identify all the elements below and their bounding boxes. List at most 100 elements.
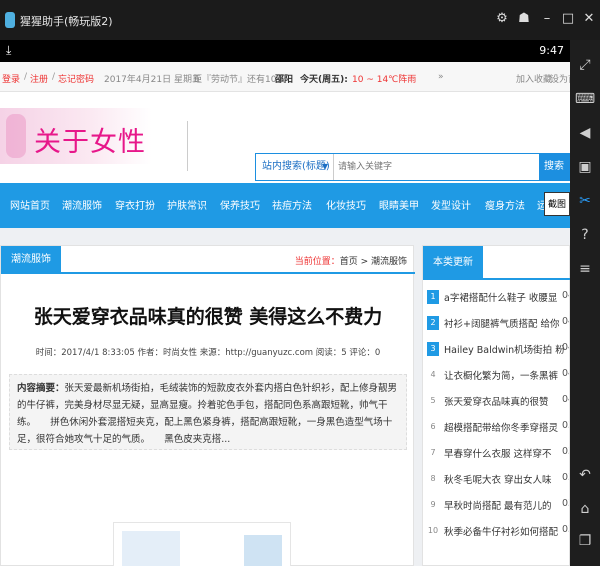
sidebar-latest: 本类更新 1a字裙搭配什么鞋子 收腰显042衬衫+阔腿裤气质搭配 给你043Ha… [422, 245, 570, 566]
screenshot-tooltip: 截图 [544, 192, 570, 216]
list-item-title[interactable]: 秋季必备牛仔衬衫如何搭配 [444, 524, 558, 538]
more-menu-icon[interactable]: ≡ [574, 258, 596, 280]
list-item-title[interactable]: a字裙搭配什么鞋子 收腰显 [444, 290, 557, 304]
main-nav: 网站首页 潮流服饰 穿衣打扮 护肤常识 保养技巧 祛痘方法 化妆技巧 眼睛美甲 … [0, 183, 570, 228]
back-icon[interactable]: ↶ [574, 464, 596, 486]
nav-item-slimming[interactable]: 瘦身方法 [485, 197, 525, 212]
list-item[interactable]: 9 早秋时尚搭配 最有范儿的 03 [427, 494, 569, 516]
list-item-title[interactable]: 衬衫+阔腿裤气质搭配 给你 [444, 316, 559, 330]
list-item-title[interactable]: 让衣橱化繁为简，一条黑裤 [444, 368, 558, 382]
list-item[interactable]: 6 超模搭配带给你冬季穿搭灵 03 [427, 416, 569, 438]
nav-item-maintenance[interactable]: 保养技巧 [220, 197, 260, 212]
list-item-title[interactable]: 早春穿什么衣服 这样穿不 [444, 446, 552, 460]
sidebar-title: 本类更新 [423, 246, 483, 280]
list-item-date: 03 [562, 472, 569, 483]
nav-item-dressing[interactable]: 穿衣打扮 [115, 197, 155, 212]
close-button[interactable]: ✕ [580, 10, 598, 28]
list-item-date: 03 [562, 498, 569, 509]
rank-number: 3 [427, 342, 439, 356]
slash: / [52, 72, 56, 82]
breadcrumb-label: 当前位置： [294, 257, 340, 267]
header-divider [187, 121, 188, 171]
nav-item-acne[interactable]: 祛痘方法 [272, 197, 312, 212]
weather-temp: 10 ~ 14℃阵雨 [352, 75, 417, 85]
article-panel: 潮流服饰 当前位置：首页 > 潮流服饰 张天爱穿衣品味真的很赞 美得这么不费力 … [0, 245, 415, 566]
list-item[interactable]: 1 a字裙搭配什么鞋子 收腰显 04 [427, 286, 569, 308]
date-text: 2017年4月21日 星期五 [104, 75, 201, 85]
list-item[interactable]: 2 衬衫+阔腿裤气质搭配 给你04 [427, 312, 569, 334]
search-box: 站内搜索(标题)▼ 搜索 [255, 153, 570, 181]
webview: 登录 / 注册 / 忘记密码 2017年4月21日 星期五 距『劳动节』还有10… [0, 62, 570, 566]
set-homepage-link[interactable]: 设为首 [550, 72, 570, 85]
image-block [122, 531, 180, 566]
rank-number: 9 [430, 500, 436, 509]
emulator-title-bar: 猩猩助手(畅玩版2) ⚙ ☗ – □ ✕ [0, 0, 600, 40]
list-item-date: 04 [562, 342, 569, 353]
nav-item-eyes-nails[interactable]: 眼睛美甲 [379, 197, 419, 212]
chevron-down-icon: ▼ [321, 162, 328, 171]
download-icon: ⤓ [6, 43, 12, 57]
rank-number: 5 [430, 396, 436, 405]
settings-icon[interactable]: ⚙ [493, 10, 511, 28]
breadcrumb-current[interactable]: 潮流服饰 [371, 257, 407, 267]
maximize-button[interactable]: □ [559, 10, 577, 28]
nav-item-skincare[interactable]: 护肤常识 [167, 197, 207, 212]
list-item-title[interactable]: 超模搭配带给你冬季穿搭灵 [444, 420, 558, 434]
list-item[interactable]: 10 秋季必备牛仔衬衫如何搭配 03 [427, 520, 569, 542]
forgot-password-link[interactable]: 忘记密码 [58, 72, 94, 85]
register-link[interactable]: 注册 [30, 72, 48, 85]
breadcrumb-separator: > [357, 257, 371, 267]
login-link[interactable]: 登录 [2, 72, 20, 85]
help-icon[interactable]: ? [574, 224, 596, 246]
content-area: 潮流服饰 当前位置：首页 > 潮流服饰 张天爱穿衣品味真的很赞 美得这么不费力 … [0, 228, 570, 566]
list-item-date: 03 [562, 420, 569, 431]
app-icon [5, 12, 15, 28]
window-title: 猩猩助手(畅玩版2) [20, 15, 113, 28]
nav-item-makeup[interactable]: 化妆技巧 [326, 197, 366, 212]
list-item[interactable]: 5 张天爱穿衣品味真的很赞 04 [427, 390, 569, 412]
list-item-date: 04 [562, 316, 569, 327]
nav-item-hair[interactable]: 发型设计 [431, 197, 471, 212]
search-input[interactable] [333, 154, 539, 180]
fullscreen-icon[interactable]: ⤢ [574, 54, 596, 76]
list-item-title[interactable]: 张天爱穿衣品味真的很赞 [444, 394, 549, 408]
nav-item-home[interactable]: 网站首页 [10, 197, 50, 212]
list-item[interactable]: 4 让衣橱化繁为简，一条黑裤 04 [427, 364, 569, 386]
weather-more[interactable]: » [438, 72, 444, 82]
site-logo[interactable]: 关于女性 [0, 108, 152, 164]
list-item-date: 03 [562, 446, 569, 457]
nav-item-fashion[interactable]: 潮流服饰 [62, 197, 102, 212]
logo-text: 关于女性 [34, 127, 146, 158]
search-button[interactable]: 搜索 [539, 154, 569, 180]
list-item[interactable]: 7 早春穿什么衣服 这样穿不 03 [427, 442, 569, 464]
minimize-button[interactable]: – [538, 10, 556, 28]
article-summary: 内容摘要：张天爱最新机场街拍，毛绒装饰的短款皮衣外套内搭白色针织衫，配上修身靓男… [9, 374, 407, 450]
list-item-date: 04 [562, 394, 569, 405]
list-item[interactable]: 3 Hailey Baldwin机场街拍 粉04 [427, 338, 569, 360]
search-scope-select[interactable]: 站内搜索(标题) ▼ [256, 154, 332, 180]
article-title: 张天爱穿衣品味真的很赞 美得这么不费力 [33, 306, 383, 328]
search-scope-label: 站内搜索(标题) [262, 161, 330, 172]
list-item-title[interactable]: Hailey Baldwin机场街拍 粉 [444, 342, 565, 356]
slash: / [24, 72, 28, 82]
list-item-title[interactable]: 早秋时尚搭配 最有范儿的 [444, 498, 552, 512]
home-icon[interactable]: ⌂ [574, 498, 596, 520]
section-tab[interactable]: 潮流服饰 [1, 246, 61, 274]
screenshot-scissors-icon[interactable]: ✂ [574, 190, 596, 212]
weather-label: 今天(周五): [300, 75, 348, 85]
add-favorite-link[interactable]: 加入收藏 [516, 72, 552, 85]
recent-apps-icon[interactable]: ❐ [574, 530, 596, 552]
list-item-date: 04 [562, 290, 569, 301]
site-top-line: 登录 / 注册 / 忘记密码 2017年4月21日 星期五 距『劳动节』还有10… [0, 62, 570, 92]
breadcrumb-home[interactable]: 首页 [340, 257, 358, 267]
volume-icon[interactable]: ◀ [574, 122, 596, 144]
list-item-date: 03 [562, 524, 569, 535]
list-item[interactable]: 8 秋冬毛呢大衣 穿出女人味 03 [427, 468, 569, 490]
apk-install-icon[interactable]: ▣ [574, 156, 596, 178]
list-item-title[interactable]: 秋冬毛呢大衣 穿出女人味 [444, 472, 552, 486]
gift-icon[interactable]: ☗ [515, 10, 533, 28]
rank-number: 6 [430, 422, 436, 431]
rank-number: 7 [430, 448, 436, 457]
keyboard-icon[interactable]: ⌨ [574, 88, 596, 110]
rank-number: 10 [427, 526, 439, 535]
